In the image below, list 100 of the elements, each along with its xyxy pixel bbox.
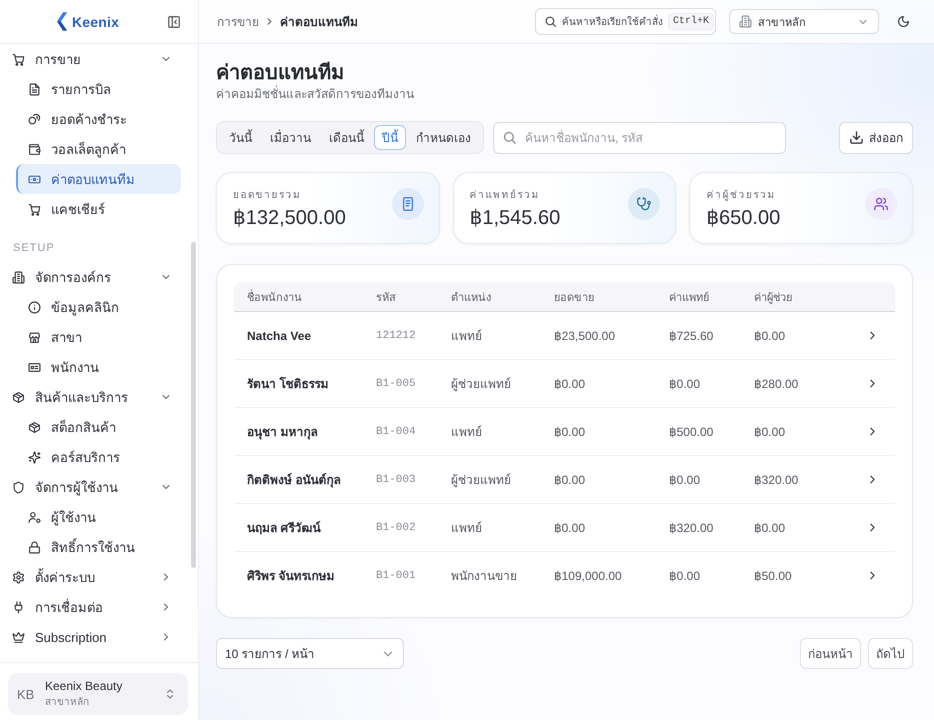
nav-item[interactable]: พนักงาน [16, 352, 181, 382]
account-name: Keenix Beauty [45, 679, 124, 693]
page-subtitle: ค่าคอมมิชชั่นและสวัสดิการของทีมงาน [216, 86, 415, 102]
logo-text: Keenix [72, 14, 120, 30]
shortcut-key: Ctrl+K [668, 13, 714, 30]
nav-item[interactable]: ข้อมูลคลินิก [16, 292, 181, 322]
package-icon [12, 390, 25, 404]
crown-icon [12, 630, 25, 644]
nav-item[interactable]: ยอดค้างชำระ [16, 104, 181, 134]
stat-value: ฿132,500.00 [233, 206, 346, 230]
package-icon [28, 420, 41, 434]
building-icon [12, 270, 25, 284]
nav-group[interactable]: การขาย [0, 44, 198, 74]
table-cell: ฿320.00 [754, 472, 798, 486]
branch-value: สาขาหลัก [758, 16, 807, 30]
table-cell: ฿0.00 [754, 424, 785, 438]
command-search-placeholder: ค้นหาหรือเรียกใช้คำสั่ง [562, 14, 663, 29]
table-cell: ฿109,000.00 [554, 568, 622, 582]
nav-group[interactable]: Subscription [0, 622, 198, 652]
table-cell: B1-001 [376, 570, 416, 582]
table-cell-text: ศิริพร จันทรเกษม [246, 568, 334, 585]
account-initials: KB [17, 686, 33, 702]
column-header: ค่าผู้ช่วย [754, 290, 793, 306]
nav-group[interactable]: จัดการองค์กร [0, 262, 198, 292]
table-cell-text: พนักงานขาย [451, 568, 517, 585]
section-label: SETUP [12, 241, 56, 256]
nav-item[interactable]: รายการบิล [16, 74, 181, 104]
table-cell: ฿50.00 [754, 568, 792, 582]
stat-label: ยอดขายรวม [233, 188, 302, 202]
settings-icon [12, 570, 25, 584]
nav-group[interactable]: ตั้งค่าระบบ [0, 562, 198, 592]
nav-item[interactable]: ผู้ใช้งาน [16, 502, 181, 532]
table-cell: ฿23,500.00 [554, 328, 616, 342]
stat-label: ค่าแพทย์รวม [470, 188, 542, 202]
table-cell: ฿0.00 [754, 520, 785, 534]
command-search-field[interactable]: ค้นหาหรือเรียกใช้คำสั่ง Ctrl+K [535, 8, 716, 35]
table-cell-text: ผู้ช่วยแพทย์ [451, 472, 511, 489]
building-icon [739, 15, 752, 28]
nav-item[interactable]: ค่าตอบแทนทีม [16, 164, 181, 194]
stat-label: ค่าผู้ช่วยรวม [706, 188, 777, 202]
download-icon [849, 130, 864, 145]
period-tab[interactable]: เดือนนี้ [321, 125, 372, 150]
period-tab[interactable]: กำหนดเอง [408, 125, 479, 150]
pagination-button[interactable]: ถัดไป [868, 638, 913, 669]
sidebar-scrollbar[interactable] [191, 242, 196, 568]
chevrons-up-down-icon [164, 688, 176, 700]
nav-item[interactable]: คอร์สบริการ [16, 442, 181, 472]
column-header: รหัส [376, 290, 397, 306]
info-icon [28, 300, 41, 314]
table-cell-text: Natcha Vee [246, 328, 312, 342]
nav-item[interactable]: สิทธิ์การใช้งาน [16, 532, 181, 562]
document-icon [392, 188, 424, 220]
nav-item[interactable]: สาขา [16, 322, 181, 352]
column-header: ชื่อพนักงาน [246, 288, 303, 306]
table-cell: 121212 [376, 330, 416, 342]
table-cell: ฿0.00 [669, 376, 700, 390]
nav-group[interactable]: การเชื่อมต่อ [0, 592, 198, 622]
employee-search-field[interactable]: ค้นหาชื่อพนักงาน, รหัส [493, 122, 786, 154]
sidebar-toggle-icon[interactable] [167, 14, 181, 28]
cart-icon [12, 52, 25, 66]
table-cell: ฿320.00 [669, 520, 714, 534]
search-icon [544, 15, 557, 28]
table-cell-text: แพทย์ [451, 520, 482, 537]
table-cell: ฿500.00 [669, 424, 714, 438]
table-cell: ฿0.00 [554, 472, 585, 486]
table-cell-text: แพทย์ [451, 328, 482, 345]
table-cell-text: กิตติพงษ์ อนันต์กุล [246, 472, 340, 489]
document-icon [28, 82, 41, 96]
page-title: ค่าตอบแทนทีม [216, 60, 345, 86]
period-tab[interactable]: วันนี้ [221, 125, 260, 150]
breadcrumb-item[interactable]: การขาย [217, 12, 259, 31]
table-cell-text: แพทย์ [451, 424, 482, 441]
table-cell: B1-003 [376, 474, 416, 486]
coins-icon [28, 112, 41, 126]
stethoscope-icon [628, 188, 660, 220]
table-cell: B1-004 [376, 426, 416, 438]
branch-select[interactable]: สาขาหลัก [729, 9, 879, 34]
stat-value: ฿650.00 [706, 206, 780, 230]
breadcrumb-item: ค่าตอบแทนทีม [280, 14, 358, 31]
banknote-icon [28, 172, 41, 186]
table-cell: ฿280.00 [754, 376, 798, 390]
column-header: ค่าแพทย์ [669, 290, 710, 306]
nav-item[interactable]: แคชเชียร์ [16, 194, 181, 224]
period-tab[interactable]: ปีนี้ [374, 125, 406, 150]
page-size-select[interactable]: 10 รายการ / หน้า [216, 638, 404, 669]
nav-item[interactable]: วอลเล็ตลูกค้า [16, 134, 181, 164]
shield-icon [12, 480, 25, 494]
column-header: ยอดขาย [554, 290, 595, 306]
account-branch: สาขาหลัก [45, 696, 90, 709]
nav-group[interactable]: สินค้าและบริการ [0, 382, 198, 412]
table-cell: B1-005 [376, 378, 416, 390]
pagination-button[interactable]: ก่อนหน้า [800, 638, 861, 669]
cart-icon [28, 202, 41, 216]
export-button[interactable]: ส่งออก [839, 122, 913, 154]
nav-item[interactable]: สต็อกสินค้า [16, 412, 181, 442]
moon-icon[interactable] [897, 15, 910, 28]
store-icon [28, 330, 41, 344]
nav-group[interactable]: จัดการผู้ใช้งาน [0, 472, 198, 502]
table-cell: B1-002 [376, 522, 416, 534]
period-tab[interactable]: เมื่อวาน [262, 125, 319, 150]
